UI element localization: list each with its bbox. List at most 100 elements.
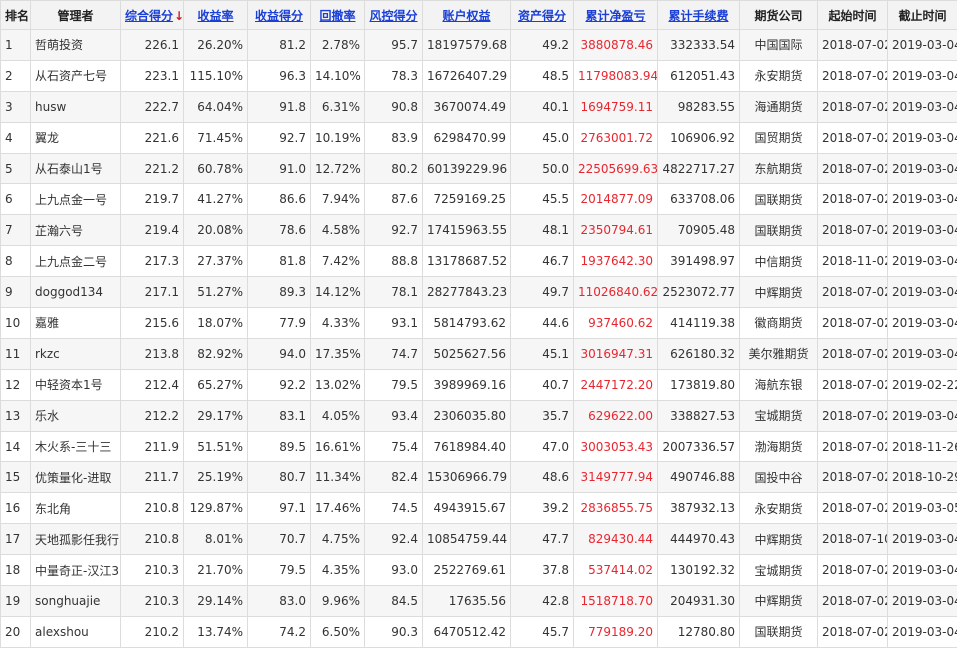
cell-fees: 12780.80 <box>658 616 740 647</box>
cell-manager: 优策量化-进取 <box>31 462 121 493</box>
column-header-return[interactable]: 收益率 <box>184 1 248 30</box>
cell-net_pnl: 1694759.11 <box>574 91 658 122</box>
cell-broker: 国投中谷 <box>740 462 818 493</box>
cell-risk_score: 84.5 <box>365 586 423 617</box>
cell-end: 2019-03-04 <box>888 524 957 555</box>
cell-manager: 上九点金一号 <box>31 184 121 215</box>
cell-score: 215.6 <box>121 308 184 339</box>
cell-return: 13.74% <box>184 616 248 647</box>
cell-drawdown: 12.72% <box>311 153 365 184</box>
cell-manager: 从石资产七号 <box>31 60 121 91</box>
column-header-equity[interactable]: 账户权益 <box>423 1 511 30</box>
cell-start: 2018-07-02 <box>818 153 888 184</box>
cell-score: 212.4 <box>121 369 184 400</box>
cell-return: 8.01% <box>184 524 248 555</box>
cell-manager: 翼龙 <box>31 122 121 153</box>
column-label: 综合得分 <box>125 9 173 23</box>
cell-drawdown: 4.05% <box>311 400 365 431</box>
column-header-score[interactable]: 综合得分↓ <box>121 1 184 30</box>
column-header-risk_score[interactable]: 风控得分 <box>365 1 423 30</box>
cell-fees: 2007336.57 <box>658 431 740 462</box>
cell-score: 210.3 <box>121 555 184 586</box>
table-row: 7芷瀚六号219.420.08%78.64.58%92.717415963.55… <box>1 215 957 246</box>
cell-manager: rkzc <box>31 338 121 369</box>
cell-net_pnl: 2447172.20 <box>574 369 658 400</box>
cell-manager: 乐水 <box>31 400 121 431</box>
cell-return_score: 79.5 <box>248 555 311 586</box>
sort-link-asset_score[interactable]: 资产得分 <box>518 9 566 23</box>
table-row: 19songhuajie210.329.14%83.09.96%84.51763… <box>1 586 957 617</box>
sort-desc-icon[interactable]: ↓ <box>174 9 183 23</box>
cell-broker: 东航期货 <box>740 153 818 184</box>
cell-end: 2019-03-04 <box>888 91 957 122</box>
cell-end: 2018-11-26 <box>888 431 957 462</box>
cell-drawdown: 14.12% <box>311 277 365 308</box>
cell-rank: 1 <box>1 30 31 61</box>
cell-manager: 东北角 <box>31 493 121 524</box>
cell-asset_score: 44.6 <box>511 308 574 339</box>
cell-start: 2018-11-02 <box>818 246 888 277</box>
cell-fees: 130192.32 <box>658 555 740 586</box>
column-header-net_pnl[interactable]: 累计净盈亏 <box>574 1 658 30</box>
column-label: 收益得分 <box>255 9 303 23</box>
column-header-fees[interactable]: 累计手续费 <box>658 1 740 30</box>
cell-net_pnl: 937460.62 <box>574 308 658 339</box>
cell-net_pnl: 2836855.75 <box>574 493 658 524</box>
cell-asset_score: 48.6 <box>511 462 574 493</box>
cell-net_pnl: 1937642.30 <box>574 246 658 277</box>
cell-drawdown: 6.31% <box>311 91 365 122</box>
sort-link-fees[interactable]: 累计手续费 <box>668 9 728 23</box>
cell-fees: 4822717.27 <box>658 153 740 184</box>
column-header-asset_score[interactable]: 资产得分 <box>511 1 574 30</box>
sort-link-equity[interactable]: 账户权益 <box>442 9 490 23</box>
cell-rank: 16 <box>1 493 31 524</box>
cell-asset_score: 49.2 <box>511 30 574 61</box>
cell-net_pnl: 1518718.70 <box>574 586 658 617</box>
cell-score: 221.2 <box>121 153 184 184</box>
cell-start: 2018-07-02 <box>818 431 888 462</box>
table-row: 1哲萌投资226.126.20%81.22.78%95.718197579.68… <box>1 30 957 61</box>
cell-equity: 7618984.40 <box>423 431 511 462</box>
cell-broker: 宝城期货 <box>740 555 818 586</box>
table-row: 16东北角210.8129.87%97.117.46%74.54943915.6… <box>1 493 957 524</box>
cell-manager: 哲萌投资 <box>31 30 121 61</box>
cell-equity: 28277843.23 <box>423 277 511 308</box>
cell-end: 2018-10-29 <box>888 462 957 493</box>
cell-drawdown: 2.78% <box>311 30 365 61</box>
cell-rank: 5 <box>1 153 31 184</box>
header-row: 排名管理者综合得分↓收益率收益得分回撤率风控得分账户权益资产得分累计净盈亏累计手… <box>1 1 957 30</box>
sort-link-net_pnl[interactable]: 累计净盈亏 <box>585 9 645 23</box>
sort-link-return[interactable]: 收益率 <box>197 9 233 23</box>
column-header-return_score[interactable]: 收益得分 <box>248 1 311 30</box>
table-row: 13乐水212.229.17%83.14.05%93.42306035.8035… <box>1 400 957 431</box>
sort-link-risk_score[interactable]: 风控得分 <box>369 9 417 23</box>
sort-link-drawdown[interactable]: 回撤率 <box>319 9 355 23</box>
ranking-table: 排名管理者综合得分↓收益率收益得分回撤率风控得分账户权益资产得分累计净盈亏累计手… <box>0 0 957 648</box>
cell-return: 21.70% <box>184 555 248 586</box>
cell-return_score: 92.2 <box>248 369 311 400</box>
cell-equity: 3989969.16 <box>423 369 511 400</box>
cell-net_pnl: 3880878.46 <box>574 30 658 61</box>
table-body: 1哲萌投资226.126.20%81.22.78%95.718197579.68… <box>1 30 957 648</box>
sort-link-return_score[interactable]: 收益得分 <box>255 9 303 23</box>
cell-risk_score: 79.5 <box>365 369 423 400</box>
cell-fees: 391498.97 <box>658 246 740 277</box>
cell-broker: 中辉期货 <box>740 277 818 308</box>
column-header-drawdown[interactable]: 回撤率 <box>311 1 365 30</box>
cell-end: 2019-03-04 <box>888 555 957 586</box>
cell-risk_score: 90.8 <box>365 91 423 122</box>
cell-net_pnl: 3003053.43 <box>574 431 658 462</box>
cell-score: 226.1 <box>121 30 184 61</box>
cell-return_score: 83.1 <box>248 400 311 431</box>
cell-score: 211.7 <box>121 462 184 493</box>
cell-equity: 7259169.25 <box>423 184 511 215</box>
cell-equity: 13178687.52 <box>423 246 511 277</box>
cell-fees: 98283.55 <box>658 91 740 122</box>
table-header: 排名管理者综合得分↓收益率收益得分回撤率风控得分账户权益资产得分累计净盈亏累计手… <box>1 1 957 30</box>
cell-equity: 17635.56 <box>423 586 511 617</box>
cell-rank: 7 <box>1 215 31 246</box>
sort-link-score[interactable]: 综合得分 <box>125 9 173 23</box>
cell-manager: songhuajie <box>31 586 121 617</box>
cell-equity: 6470512.42 <box>423 616 511 647</box>
cell-asset_score: 42.8 <box>511 586 574 617</box>
